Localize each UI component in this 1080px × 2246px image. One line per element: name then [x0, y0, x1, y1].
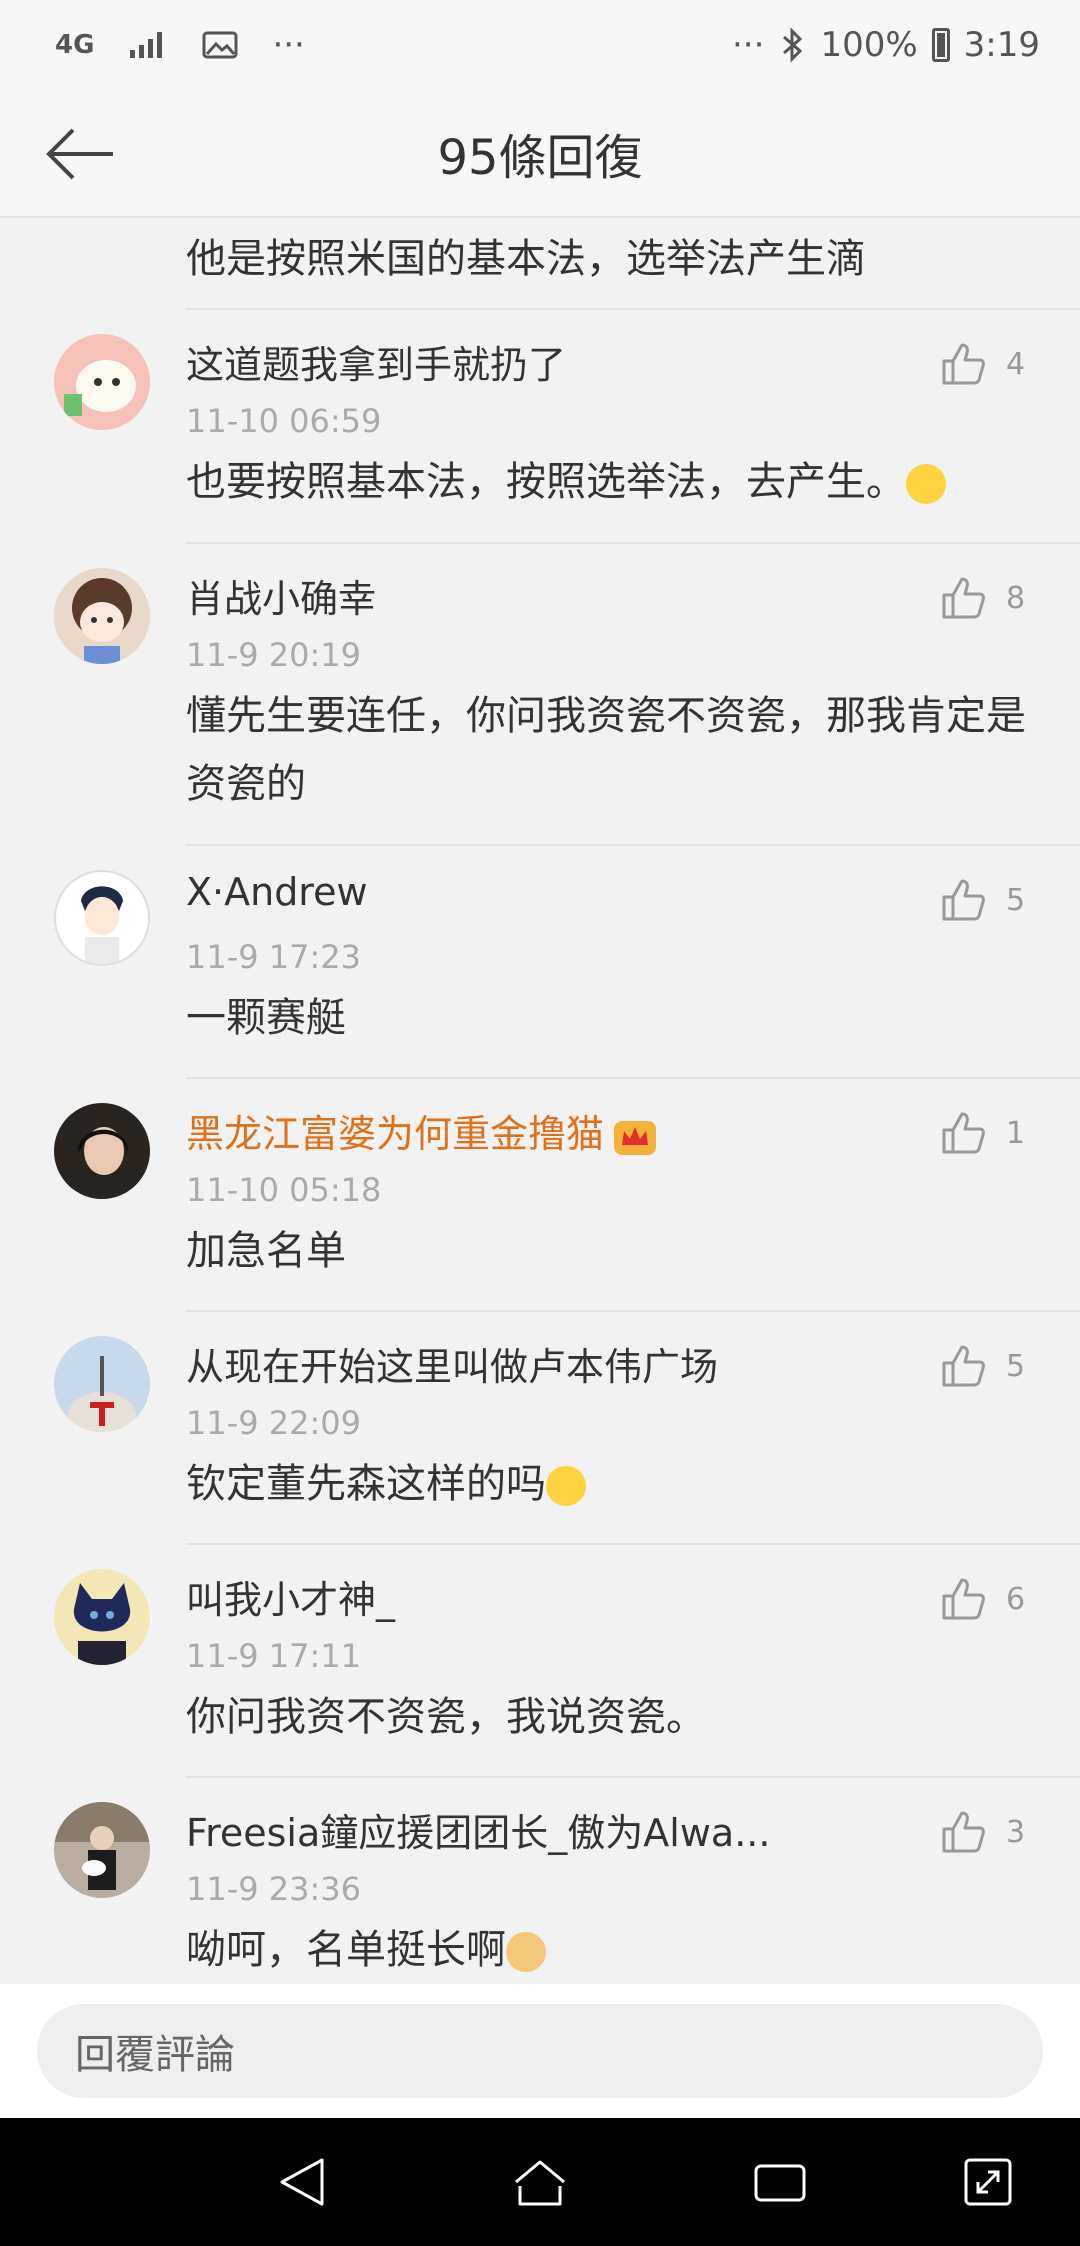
app-bar: 95條回復	[0, 90, 1080, 218]
back-button[interactable]	[40, 116, 120, 192]
like-button[interactable]: 1	[940, 1103, 1050, 1163]
reply-bar: 回覆評論	[0, 1984, 1080, 2118]
like-count: 4	[1006, 346, 1026, 382]
username[interactable]: 肖战小确幸	[186, 568, 376, 623]
comment-item[interactable]: 这道题我拿到手就扔了 4 11-10 06:59 也要按照基本法，按照选举法，去…	[0, 310, 1080, 544]
username[interactable]: 这道题我拿到手就扔了	[186, 334, 566, 389]
thumbs-up-icon	[942, 879, 985, 921]
more-status-right: ···	[732, 25, 765, 65]
like-button[interactable]: 3	[940, 1802, 1050, 1862]
image-icon	[202, 31, 238, 59]
like-count: 8	[1006, 580, 1026, 616]
username[interactable]: X·Andrew	[186, 870, 368, 914]
comment-text: 加急名单	[186, 1228, 346, 1274]
comment-text-content: 也要按照基本法，按照选举法，去产生。	[186, 459, 906, 505]
comment-item[interactable]: Freesia鐘应援团团长_傲为Alwa... 3 11-9 23:36 呦呵，…	[0, 1778, 1080, 1984]
like-count: 6	[1006, 1581, 1026, 1617]
like-button[interactable]: 8	[940, 568, 1050, 628]
status-bar: 4G ··· ··· 100% 3:19	[0, 0, 1080, 90]
battery-percent: 100%	[820, 25, 918, 65]
comment-item[interactable]: X·Andrew 5 11-9 17:23 一颗赛艇	[0, 846, 1080, 1079]
partial-comment-text: 他是按照米国的基本法，选举法产生滴	[186, 218, 1080, 310]
avatar[interactable]	[54, 1336, 150, 1432]
comment-text-content: 呦呵，名单挺长啊	[186, 1927, 506, 1973]
comment-item[interactable]: 从现在开始这里叫做卢本伟广场 5 11-9 22:09 钦定董先森这样的吗	[0, 1312, 1080, 1545]
navigation-bar	[0, 2118, 1080, 2246]
thumbs-up-icon	[942, 577, 985, 619]
avatar[interactable]	[54, 1569, 150, 1665]
username[interactable]: 叫我小才神_	[186, 1569, 395, 1624]
back-arrow-icon	[46, 128, 113, 180]
timestamp: 11-9 17:11	[186, 1637, 362, 1675]
avatar[interactable]	[54, 870, 150, 966]
emoji-icon	[506, 1932, 546, 1972]
comment-text: 一颗赛艇	[186, 995, 346, 1041]
avatar[interactable]	[54, 334, 150, 430]
thumbs-up-icon	[942, 1811, 985, 1853]
timestamp: 11-10 05:18	[186, 1171, 382, 1209]
nav-back-icon[interactable]	[272, 2152, 332, 2212]
timestamp: 11-9 20:19	[186, 636, 362, 674]
avatar[interactable]	[54, 1802, 150, 1898]
comment-text: 呦呵，名单挺长啊	[186, 1916, 1030, 1984]
like-count: 1	[1006, 1115, 1026, 1151]
like-button[interactable]: 4	[940, 334, 1050, 394]
like-button[interactable]: 5	[940, 870, 1050, 930]
thumbs-up-icon	[942, 1345, 985, 1387]
timestamp: 11-9 17:23	[186, 938, 362, 976]
more-status-icon: ···	[272, 25, 305, 65]
signal-icon	[130, 32, 163, 58]
battery-icon	[931, 28, 950, 62]
nav-home-icon[interactable]	[510, 2152, 570, 2212]
comment-text: 懂先生要连任，你问我资瓷不资瓷，那我肯定是资瓷的	[186, 693, 1026, 807]
thumbs-up-icon	[942, 1112, 985, 1154]
like-count: 5	[1006, 1348, 1026, 1384]
emoji-icon	[906, 464, 946, 504]
avatar[interactable]	[54, 1103, 150, 1199]
username[interactable]: 黑龙江富婆为何重金撸猫	[186, 1103, 658, 1158]
thumbs-up-icon	[942, 1578, 985, 1620]
like-button[interactable]: 6	[940, 1569, 1050, 1629]
nav-expand-icon[interactable]	[958, 2152, 1018, 2212]
page-title: 95條回復	[437, 130, 643, 186]
avatar[interactable]	[54, 568, 150, 664]
comment-list[interactable]: 他是按照米国的基本法，选举法产生滴 这道题我拿到手就扔了 4 11-10 06:…	[0, 218, 1080, 1984]
vip-crown-icon	[614, 1120, 657, 1155]
username[interactable]: Freesia鐘应援团团长_傲为Alwa...	[186, 1802, 770, 1857]
like-button[interactable]: 5	[940, 1336, 1050, 1396]
clock: 3:19	[963, 25, 1040, 65]
like-count: 5	[1006, 882, 1026, 918]
timestamp: 11-9 22:09	[186, 1404, 362, 1442]
comment-text: 也要按照基本法，按照选举法，去产生。	[186, 448, 1030, 516]
thumbs-up-icon	[942, 343, 985, 385]
nav-recents-icon[interactable]	[750, 2152, 810, 2212]
bluetooth-icon	[783, 27, 803, 63]
timestamp: 11-9 23:36	[186, 1870, 362, 1908]
comment-text-content: 钦定董先森这样的吗	[186, 1461, 546, 1507]
comment-text: 钦定董先森这样的吗	[186, 1450, 1030, 1518]
like-count: 3	[1006, 1814, 1026, 1850]
reply-placeholder: 回覆評論	[75, 2032, 235, 2078]
reply-input[interactable]: 回覆評論	[37, 2004, 1043, 2098]
comment-item[interactable]: 肖战小确幸 8 11-9 20:19 懂先生要连任，你问我资瓷不资瓷，那我肯定是…	[0, 544, 1080, 846]
comment-item[interactable]: 黑龙江富婆为何重金撸猫 1 11-10 05:18 加急名单	[0, 1079, 1080, 1312]
username[interactable]: 从现在开始这里叫做卢本伟广场	[186, 1336, 718, 1391]
comment-item[interactable]: 叫我小才神_ 6 11-9 17:11 你问我资不资瓷，我说资瓷。	[0, 1545, 1080, 1778]
emoji-icon	[546, 1466, 586, 1506]
timestamp: 11-10 06:59	[186, 402, 382, 440]
comment-text: 你问我资不资瓷，我说资瓷。	[186, 1694, 706, 1740]
username-text: 黑龙江富婆为何重金撸猫	[186, 1112, 605, 1156]
network-label: 4G	[55, 30, 95, 60]
